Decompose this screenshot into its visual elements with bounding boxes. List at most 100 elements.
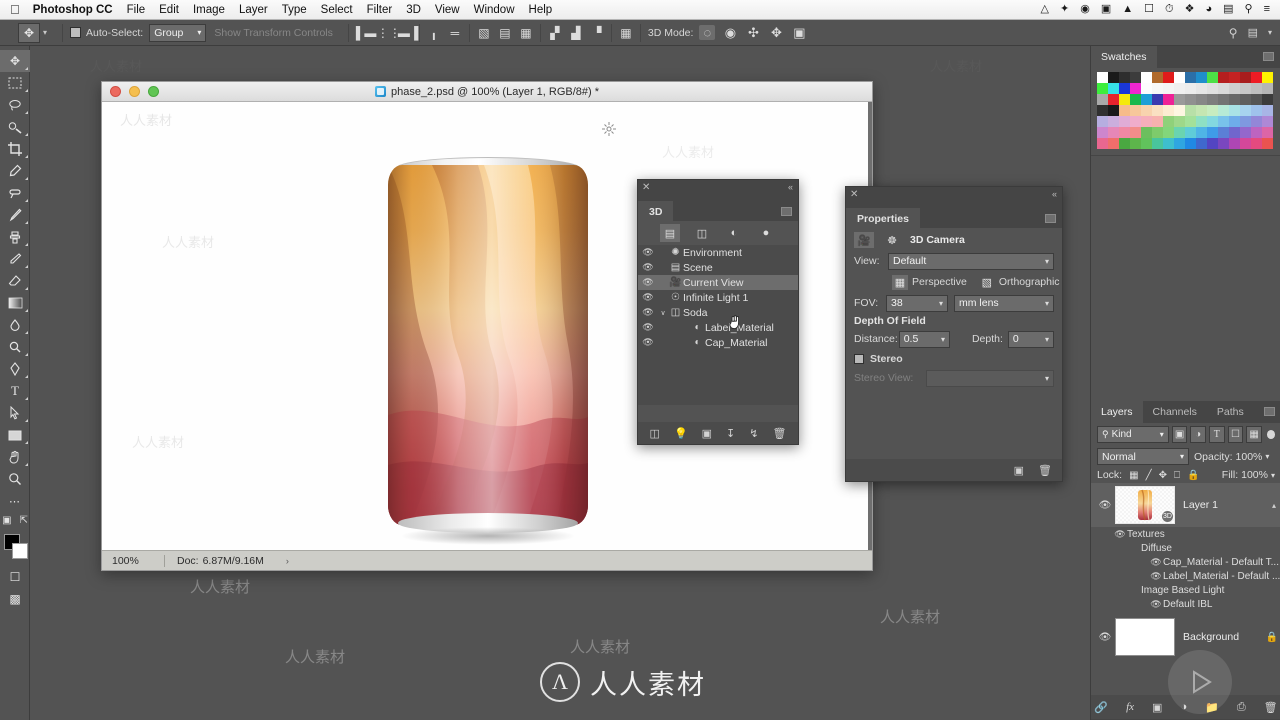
- color-swatch[interactable]: [1251, 116, 1262, 127]
- visibility-eye-icon[interactable]: 👁: [1113, 529, 1127, 540]
- color-swatch[interactable]: [1141, 127, 1152, 138]
- filter-smart-object-icon[interactable]: ▦: [1246, 426, 1262, 443]
- color-swatch[interactable]: [1097, 72, 1108, 83]
- filter-adjustment-icon[interactable]: ◑: [1190, 426, 1206, 443]
- color-swatch[interactable]: [1097, 105, 1108, 116]
- color-swatch[interactable]: [1196, 116, 1207, 127]
- color-swatch[interactable]: [1240, 83, 1251, 94]
- lock-transparent-pixels-icon[interactable]: ▦: [1129, 470, 1138, 481]
- visibility-eye-icon[interactable]: 👁: [1149, 599, 1163, 610]
- blur-tool[interactable]: [0, 314, 30, 336]
- delete-icon[interactable]: 🗑: [1038, 464, 1052, 477]
- menu-item-layer[interactable]: Layer: [239, 4, 268, 16]
- color-swatch[interactable]: [1262, 127, 1273, 138]
- color-swatch[interactable]: [1185, 116, 1196, 127]
- lock-position-icon[interactable]: ✥: [1159, 470, 1167, 481]
- tab-channels[interactable]: Channels: [1143, 401, 1207, 423]
- color-swatch[interactable]: [1130, 138, 1141, 149]
- color-swatch[interactable]: [1152, 116, 1163, 127]
- tab-layers[interactable]: Layers: [1091, 401, 1143, 423]
- 3d-light-handle-icon[interactable]: [602, 122, 616, 136]
- workspace-switcher-icon[interactable]: ▤: [1248, 26, 1258, 39]
- 3d-camera-icon[interactable]: 🎥: [854, 232, 874, 248]
- color-swatch[interactable]: [1119, 83, 1130, 94]
- color-swatch[interactable]: [1229, 72, 1240, 83]
- fov-input[interactable]: 38 ▾: [886, 294, 948, 312]
- color-swatch[interactable]: [1185, 72, 1196, 83]
- orbit-3d-icon[interactable]: ◌: [699, 25, 716, 40]
- color-swatch[interactable]: [1207, 116, 1218, 127]
- layer-sub-cap-material[interactable]: 👁 Cap_Material - Default T...: [1091, 555, 1280, 569]
- layer-name[interactable]: Layer 1: [1175, 499, 1267, 511]
- creative-cloud-icon[interactable]: ◉: [1080, 4, 1090, 15]
- color-swatch[interactable]: [1141, 105, 1152, 116]
- align-horizontal-centers-icon[interactable]: ⋮⋮: [377, 26, 401, 40]
- collapse-icon[interactable]: «: [1052, 189, 1057, 199]
- color-swatch[interactable]: [1229, 116, 1240, 127]
- lock-image-pixels-icon[interactable]: ╱: [1146, 470, 1152, 481]
- filter-type-icon[interactable]: T: [1208, 426, 1225, 443]
- color-swatch[interactable]: [1119, 127, 1130, 138]
- color-swatch[interactable]: [1119, 138, 1130, 149]
- color-swatch[interactable]: [1207, 94, 1218, 105]
- workspace-chevron-icon[interactable]: ▾: [1268, 28, 1272, 37]
- perspective-button[interactable]: ▦ Perspective: [892, 274, 967, 290]
- color-swatch[interactable]: [1262, 72, 1273, 83]
- add-object-icon[interactable]: ↧: [726, 427, 735, 440]
- color-swatch[interactable]: [1097, 116, 1108, 127]
- color-swatch[interactable]: [1251, 105, 1262, 116]
- color-swatch[interactable]: [1108, 116, 1119, 127]
- dodge-tool[interactable]: [0, 336, 30, 358]
- color-swatch[interactable]: [1240, 105, 1251, 116]
- color-swatch[interactable]: [1097, 138, 1108, 149]
- panel-menu-icon[interactable]: [781, 207, 792, 216]
- swatch-grid[interactable]: [1091, 68, 1280, 155]
- align-vertical-centers-icon[interactable]: ═: [448, 26, 462, 40]
- google-drive-icon[interactable]: △: [1041, 4, 1049, 15]
- color-swatch[interactable]: [1240, 138, 1251, 149]
- layer-thumbnail[interactable]: [1115, 618, 1175, 656]
- color-swatch[interactable]: [1130, 83, 1141, 94]
- color-swatch[interactable]: [1119, 94, 1130, 105]
- layer-mask-icon[interactable]: ▣: [1152, 701, 1162, 714]
- menu-item-window[interactable]: Window: [474, 4, 515, 16]
- tree-item-label-material[interactable]: 👁 ◐ Label_Material: [638, 320, 798, 335]
- tree-item-scene[interactable]: 👁 ▤ Scene: [638, 260, 798, 275]
- pen-tool[interactable]: [0, 358, 30, 380]
- color-swatch[interactable]: [1229, 94, 1240, 105]
- visibility-eye-icon[interactable]: 👁: [638, 247, 658, 258]
- tab-paths[interactable]: Paths: [1207, 401, 1254, 423]
- dropbox-icon[interactable]: ✦: [1060, 4, 1069, 15]
- layer-list[interactable]: 👁 3D Layer 1 ▴ 👁 Textures Diffuse 👁 Cap_…: [1091, 483, 1280, 659]
- tool-preset-chevron-icon[interactable]: ▾: [43, 28, 47, 37]
- new-layer-icon[interactable]: ⎙: [1237, 701, 1246, 714]
- scene-filter-icon[interactable]: ▤: [660, 224, 680, 242]
- color-swatch[interactable]: [1097, 127, 1108, 138]
- color-swatch[interactable]: [1207, 105, 1218, 116]
- color-swatch[interactable]: [1108, 83, 1119, 94]
- color-swatch[interactable]: [1262, 105, 1273, 116]
- move-tool[interactable]: ✥: [0, 50, 30, 72]
- eyedropper-tool[interactable]: [0, 160, 30, 182]
- wifi-icon[interactable]: ◕: [1205, 4, 1212, 15]
- layer-filter-kind-dropdown[interactable]: ⚲ Kind ▾: [1097, 426, 1169, 443]
- tree-item-infinite-light-1[interactable]: 👁 ☉ Infinite Light 1: [638, 290, 798, 305]
- visibility-eye-icon[interactable]: 👁: [638, 277, 658, 288]
- color-swatch[interactable]: [1108, 105, 1119, 116]
- auto-select-scope-dropdown[interactable]: Group ▾: [149, 23, 207, 42]
- color-swatch[interactable]: [1185, 83, 1196, 94]
- layer-thumbnail[interactable]: 3D: [1115, 486, 1175, 524]
- color-swatch[interactable]: [1196, 72, 1207, 83]
- color-swatch[interactable]: [1196, 138, 1207, 149]
- chevron-up-icon[interactable]: ▴: [1267, 501, 1280, 510]
- swap-colors-icon[interactable]: ⇱: [20, 515, 28, 526]
- distribute-horizontal-centers-icon[interactable]: ▟: [569, 26, 583, 40]
- menu-item-edit[interactable]: Edit: [159, 4, 179, 16]
- color-swatch[interactable]: [1185, 94, 1196, 105]
- display-icon[interactable]: ▣: [1101, 4, 1111, 15]
- color-swatch[interactable]: [1251, 138, 1262, 149]
- color-swatch[interactable]: [1251, 72, 1262, 83]
- rectangular-marquee-tool[interactable]: [0, 72, 30, 94]
- color-swatch[interactable]: [1097, 83, 1108, 94]
- panel-menu-icon[interactable]: [1263, 52, 1274, 61]
